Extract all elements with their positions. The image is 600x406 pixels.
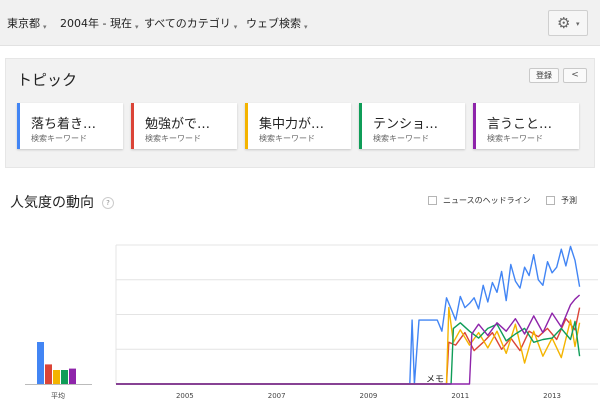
memo-label: メモ — [426, 375, 444, 385]
average-bar — [69, 368, 76, 384]
x-tick-label: 2005 — [176, 392, 194, 400]
interest-chart: 平均 2005 2007 2009 2011 2013 メモ — [25, 244, 598, 400]
series-line — [116, 306, 581, 385]
x-tick-label: 2009 — [360, 392, 378, 400]
average-bar — [53, 370, 60, 384]
average-bar — [37, 342, 44, 384]
x-tick-label: 2007 — [268, 392, 286, 400]
series-line — [116, 307, 581, 385]
x-tick-label: 2011 — [451, 392, 469, 400]
average-bar — [61, 370, 68, 384]
series-line — [116, 320, 581, 385]
average-bar — [45, 364, 52, 384]
series-line — [116, 245, 581, 385]
x-tick-label: 2013 — [543, 392, 561, 400]
average-label: 平均 — [51, 391, 65, 400]
